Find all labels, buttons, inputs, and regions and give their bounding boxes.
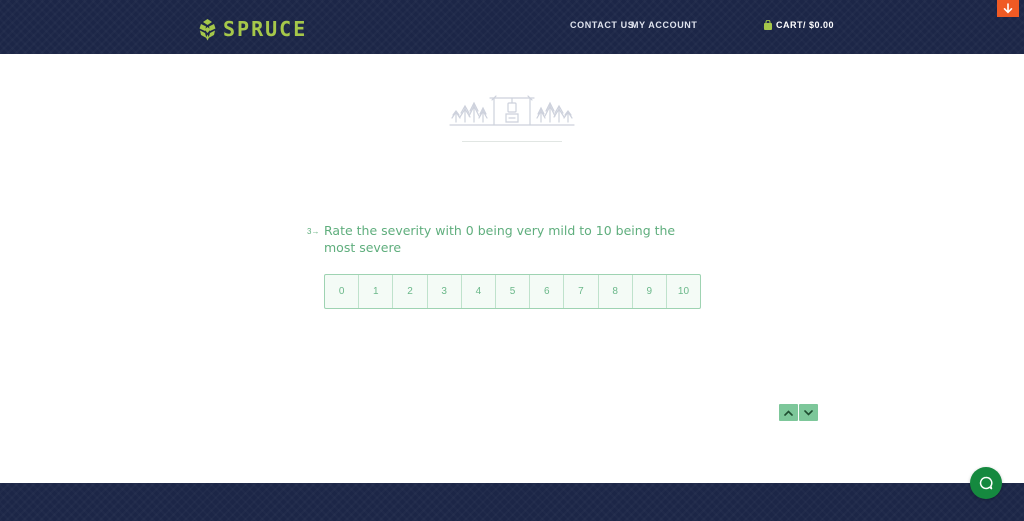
rating-option[interactable]: 7 [564,275,599,308]
cart-total: CART/ $0.00 [776,20,835,30]
hero-divider [462,141,562,142]
rating-option[interactable]: 4 [462,275,496,308]
chat-bubble-icon [979,476,993,490]
rating-option[interactable]: 5 [496,275,531,308]
rating-option[interactable]: 10 [667,275,700,308]
brand-name: SPRUCE [223,17,308,41]
rating-option[interactable]: 1 [359,275,394,308]
rating-scale: 0 1 2 3 4 5 6 7 8 9 10 [324,274,701,309]
shopping-bag-icon [764,20,772,30]
rating-option[interactable]: 3 [428,275,462,308]
nav-contact-us[interactable]: CONTACT US [570,20,634,30]
site-header: SPRUCE CONTACT US MY ACCOUNT CART/ $0.00 [0,0,1024,54]
chat-launcher-button[interactable] [970,467,1002,499]
scroll-down-button[interactable] [997,0,1019,17]
site-footer [0,483,1024,521]
brand-logo[interactable]: SPRUCE [197,16,307,42]
question-number: 3→ [307,227,320,236]
chevron-up-icon [784,409,793,416]
arrow-down-icon [1003,3,1013,14]
rating-option[interactable]: 2 [393,275,428,308]
question-text: Rate the severity with 0 being very mild… [324,223,676,255]
rating-option[interactable]: 0 [325,275,360,308]
next-question-button[interactable] [799,404,818,421]
cart-link[interactable]: CART/ $0.00 [763,20,834,30]
rating-option[interactable]: 9 [633,275,667,308]
chevron-down-icon [804,409,813,416]
campsite-illustration [449,95,575,126]
rating-option[interactable]: 6 [530,275,565,308]
rating-option[interactable]: 8 [599,275,633,308]
nav-my-account[interactable]: MY ACCOUNT [631,20,698,30]
pinecone-logo-icon [199,18,216,40]
previous-question-button[interactable] [779,404,798,421]
question-pager [779,404,818,421]
